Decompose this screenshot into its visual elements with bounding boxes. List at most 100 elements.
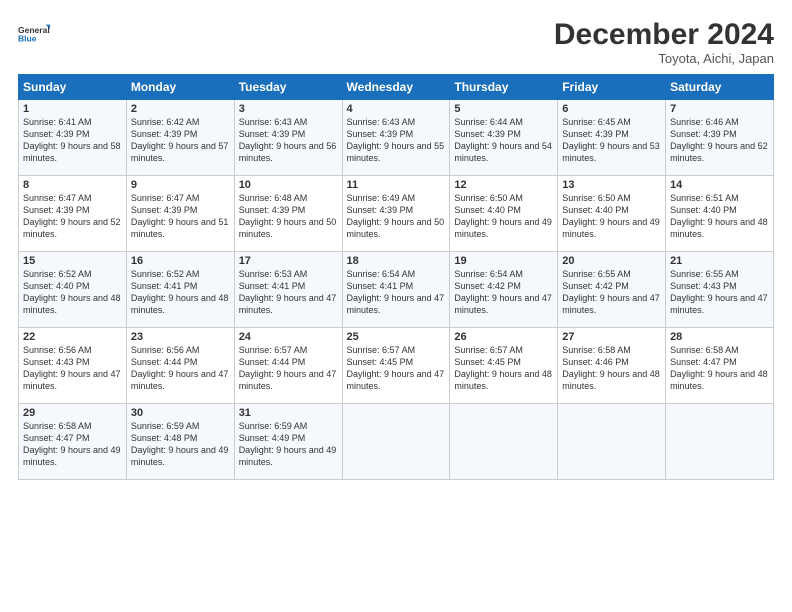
day-number: 20 <box>562 255 661 267</box>
day-cell <box>666 404 774 480</box>
svg-text:Blue: Blue <box>18 34 37 44</box>
day-cell: 21 Sunrise: 6:55 AMSunset: 4:43 PMDayligh… <box>666 252 774 328</box>
day-cell: 22 Sunrise: 6:56 AMSunset: 4:43 PMDayligh… <box>19 328 127 404</box>
day-number: 27 <box>562 331 661 343</box>
day-cell: 3Sunrise: 6:43 AMSunset: 4:39 PMDaylight… <box>234 100 342 176</box>
day-number: 9 <box>131 179 230 191</box>
day-cell: 12 Sunrise: 6:50 AMSunset: 4:40 PMDayligh… <box>450 176 558 252</box>
day-info: Sunrise: 6:57 AMSunset: 4:44 PMDaylight:… <box>239 345 337 391</box>
day-info: Sunrise: 6:48 AMSunset: 4:39 PMDaylight:… <box>239 193 337 239</box>
day-number: 31 <box>239 407 338 419</box>
day-cell: 25 Sunrise: 6:57 AMSunset: 4:45 PMDayligh… <box>342 328 450 404</box>
day-number: 12 <box>454 179 553 191</box>
day-info: Sunrise: 6:55 AMSunset: 4:43 PMDaylight:… <box>670 269 768 315</box>
day-cell: 24 Sunrise: 6:57 AMSunset: 4:44 PMDayligh… <box>234 328 342 404</box>
day-info: Sunrise: 6:57 AMSunset: 4:45 PMDaylight:… <box>454 345 552 391</box>
day-info: Sunrise: 6:53 AMSunset: 4:41 PMDaylight:… <box>239 269 337 315</box>
day-info: Sunrise: 6:44 AMSunset: 4:39 PMDaylight:… <box>454 117 552 163</box>
day-info: Sunrise: 6:50 AMSunset: 4:40 PMDaylight:… <box>454 193 552 239</box>
day-cell: 9 Sunrise: 6:47 AMSunset: 4:39 PMDaylight… <box>126 176 234 252</box>
day-cell: 16 Sunrise: 6:52 AMSunset: 4:41 PMDayligh… <box>126 252 234 328</box>
subtitle: Toyota, Aichi, Japan <box>554 51 774 66</box>
day-info: Sunrise: 6:45 AMSunset: 4:39 PMDaylight:… <box>562 117 660 163</box>
day-info: Sunrise: 6:56 AMSunset: 4:43 PMDaylight:… <box>23 345 121 391</box>
day-cell: 1 Sunrise: 6:41 AMSunset: 4:39 PMDaylight… <box>19 100 127 176</box>
day-cell: 19Sunrise: 6:54 AMSunset: 4:42 PMDayligh… <box>450 252 558 328</box>
day-cell: 13 Sunrise: 6:50 AMSunset: 4:40 PMDayligh… <box>558 176 666 252</box>
day-info: Sunrise: 6:42 AMSunset: 4:39 PMDaylight:… <box>131 117 229 163</box>
days-header-row: SundayMondayTuesdayWednesdayThursdayFrid… <box>19 75 774 100</box>
day-info: Sunrise: 6:43 AMSunset: 4:39 PMDaylight:… <box>347 117 445 163</box>
day-number: 11 <box>347 179 446 191</box>
day-info: Sunrise: 6:52 AMSunset: 4:41 PMDaylight:… <box>131 269 229 315</box>
day-header-monday: Monday <box>126 75 234 100</box>
day-number: 5 <box>454 103 553 115</box>
day-number: 1 <box>23 103 122 115</box>
day-info: Sunrise: 6:51 AMSunset: 4:40 PMDaylight:… <box>670 193 768 239</box>
day-number: 10 <box>239 179 338 191</box>
day-info: Sunrise: 6:57 AMSunset: 4:45 PMDaylight:… <box>347 345 445 391</box>
page-header: General Blue December 2024 Toyota, Aichi… <box>18 18 774 66</box>
day-number: 22 <box>23 331 122 343</box>
day-number: 23 <box>131 331 230 343</box>
week-row-4: 22 Sunrise: 6:56 AMSunset: 4:43 PMDayligh… <box>19 328 774 404</box>
day-header-tuesday: Tuesday <box>234 75 342 100</box>
week-row-5: 29Sunrise: 6:58 AMSunset: 4:47 PMDayligh… <box>19 404 774 480</box>
day-info: Sunrise: 6:41 AMSunset: 4:39 PMDaylight:… <box>23 117 121 163</box>
day-info: Sunrise: 6:55 AMSunset: 4:42 PMDaylight:… <box>562 269 660 315</box>
day-info: Sunrise: 6:56 AMSunset: 4:44 PMDaylight:… <box>131 345 229 391</box>
day-number: 30 <box>131 407 230 419</box>
day-number: 25 <box>347 331 446 343</box>
day-info: Sunrise: 6:49 AMSunset: 4:39 PMDaylight:… <box>347 193 445 239</box>
day-cell <box>342 404 450 480</box>
title-block: December 2024 Toyota, Aichi, Japan <box>554 18 774 66</box>
day-info: Sunrise: 6:58 AMSunset: 4:47 PMDaylight:… <box>670 345 768 391</box>
day-info: Sunrise: 6:47 AMSunset: 4:39 PMDaylight:… <box>23 193 121 239</box>
day-cell: 6 Sunrise: 6:45 AMSunset: 4:39 PMDaylight… <box>558 100 666 176</box>
day-number: 19 <box>454 255 553 267</box>
day-cell <box>450 404 558 480</box>
day-number: 3 <box>239 103 338 115</box>
day-cell: 8 Sunrise: 6:47 AMSunset: 4:39 PMDaylight… <box>19 176 127 252</box>
day-cell: 14Sunrise: 6:51 AMSunset: 4:40 PMDayligh… <box>666 176 774 252</box>
day-header-sunday: Sunday <box>19 75 127 100</box>
day-number: 8 <box>23 179 122 191</box>
day-header-wednesday: Wednesday <box>342 75 450 100</box>
day-cell: 7Sunrise: 6:46 AMSunset: 4:39 PMDaylight… <box>666 100 774 176</box>
week-row-1: 1 Sunrise: 6:41 AMSunset: 4:39 PMDaylight… <box>19 100 774 176</box>
day-info: Sunrise: 6:47 AMSunset: 4:39 PMDaylight:… <box>131 193 229 239</box>
day-number: 26 <box>454 331 553 343</box>
day-number: 13 <box>562 179 661 191</box>
day-cell: 20 Sunrise: 6:55 AMSunset: 4:42 PMDayligh… <box>558 252 666 328</box>
day-cell: 27 Sunrise: 6:58 AMSunset: 4:46 PMDayligh… <box>558 328 666 404</box>
day-number: 4 <box>347 103 446 115</box>
main-title: December 2024 <box>554 18 774 51</box>
calendar-table: SundayMondayTuesdayWednesdayThursdayFrid… <box>18 74 774 480</box>
day-number: 2 <box>131 103 230 115</box>
day-info: Sunrise: 6:54 AMSunset: 4:41 PMDaylight:… <box>347 269 445 315</box>
day-info: Sunrise: 6:59 AMSunset: 4:49 PMDaylight:… <box>239 421 337 467</box>
day-info: Sunrise: 6:46 AMSunset: 4:39 PMDaylight:… <box>670 117 768 163</box>
day-cell: 15 Sunrise: 6:52 AMSunset: 4:40 PMDayligh… <box>19 252 127 328</box>
day-info: Sunrise: 6:59 AMSunset: 4:48 PMDaylight:… <box>131 421 229 467</box>
logo: General Blue <box>18 18 50 50</box>
day-number: 16 <box>131 255 230 267</box>
day-number: 21 <box>670 255 769 267</box>
day-info: Sunrise: 6:52 AMSunset: 4:40 PMDaylight:… <box>23 269 121 315</box>
day-cell: 2 Sunrise: 6:42 AMSunset: 4:39 PMDaylight… <box>126 100 234 176</box>
day-number: 24 <box>239 331 338 343</box>
logo-svg: General Blue <box>18 18 50 50</box>
day-number: 29 <box>23 407 122 419</box>
day-cell <box>558 404 666 480</box>
day-cell: 28 Sunrise: 6:58 AMSunset: 4:47 PMDayligh… <box>666 328 774 404</box>
day-cell: 29Sunrise: 6:58 AMSunset: 4:47 PMDayligh… <box>19 404 127 480</box>
calendar-page: General Blue December 2024 Toyota, Aichi… <box>0 0 792 612</box>
day-number: 18 <box>347 255 446 267</box>
day-number: 6 <box>562 103 661 115</box>
day-info: Sunrise: 6:58 AMSunset: 4:46 PMDaylight:… <box>562 345 660 391</box>
day-info: Sunrise: 6:50 AMSunset: 4:40 PMDaylight:… <box>562 193 660 239</box>
day-number: 15 <box>23 255 122 267</box>
day-number: 17 <box>239 255 338 267</box>
day-cell: 11 Sunrise: 6:49 AMSunset: 4:39 PMDayligh… <box>342 176 450 252</box>
day-number: 28 <box>670 331 769 343</box>
